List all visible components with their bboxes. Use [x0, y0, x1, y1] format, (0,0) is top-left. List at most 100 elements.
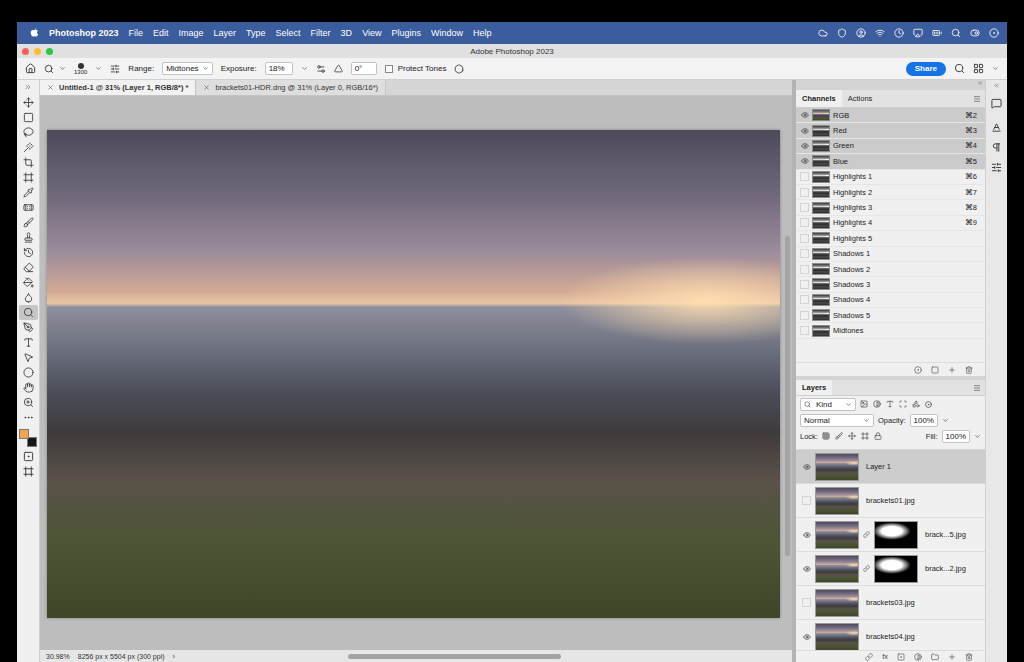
- panel-menu-icon[interactable]: [973, 95, 981, 103]
- tool-button[interactable]: [19, 185, 38, 200]
- airbrush-icon[interactable]: [316, 64, 326, 74]
- pixel-filter-icon[interactable]: [860, 400, 868, 408]
- tool-button[interactable]: [19, 110, 38, 125]
- menu-item[interactable]: Edit: [148, 28, 174, 38]
- mask-link-icon[interactable]: [863, 565, 870, 572]
- properties-panel-icon[interactable]: [991, 162, 1002, 173]
- scroll-thumb[interactable]: [348, 654, 561, 659]
- visibility-toggle[interactable]: [800, 141, 809, 150]
- trash-icon[interactable]: [965, 366, 973, 374]
- comments-icon[interactable]: [991, 98, 1002, 109]
- visibility-toggle[interactable]: [802, 462, 811, 471]
- shield-icon[interactable]: [837, 28, 847, 38]
- chevron-down-icon[interactable]: [95, 65, 102, 72]
- visibility-toggle[interactable]: [800, 311, 809, 320]
- trash-icon[interactable]: [965, 653, 973, 661]
- apple-menu[interactable]: [25, 27, 44, 39]
- visibility-toggle[interactable]: [802, 632, 811, 641]
- visibility-toggle[interactable]: [800, 249, 809, 258]
- home-icon[interactable]: [25, 63, 36, 74]
- horizontal-scrollbar[interactable]: [183, 654, 786, 659]
- protect-tones-option[interactable]: Protect Tones: [385, 64, 447, 73]
- tool-preset-picker[interactable]: [44, 64, 66, 74]
- panel-tab[interactable]: Actions: [842, 90, 879, 107]
- visibility-toggle[interactable]: [802, 598, 811, 607]
- visibility-toggle[interactable]: [800, 203, 809, 212]
- tool-button[interactable]: [19, 140, 38, 155]
- new-channel-icon[interactable]: [948, 366, 956, 374]
- tool-button[interactable]: [19, 290, 38, 305]
- opacity-input[interactable]: 100%: [910, 414, 938, 427]
- quick-mask-button[interactable]: [19, 449, 38, 464]
- menu-item[interactable]: Help: [468, 28, 497, 38]
- channel-row[interactable]: Green⌘4: [796, 139, 985, 154]
- lock-transparency-icon[interactable]: [822, 432, 830, 440]
- chevron-down-icon[interactable]: [992, 65, 999, 72]
- chevron-down-icon[interactable]: [301, 65, 308, 72]
- tool-button[interactable]: [19, 245, 38, 260]
- lock-all-icon[interactable]: [874, 432, 882, 440]
- user-icon[interactable]: [856, 28, 866, 38]
- lock-pixels-icon[interactable]: [835, 432, 843, 440]
- cloud-icon[interactable]: [818, 28, 828, 38]
- share-button[interactable]: Share: [906, 62, 946, 76]
- range-select[interactable]: Midtones: [162, 62, 212, 75]
- mask-link-icon[interactable]: [863, 531, 870, 538]
- channel-row[interactable]: Midtones: [796, 323, 985, 338]
- exposure-input[interactable]: 18%: [265, 62, 293, 75]
- search-icon[interactable]: [954, 63, 965, 74]
- search-icon[interactable]: [951, 28, 961, 38]
- apple-logo-icon[interactable]: [30, 27, 39, 37]
- save-selection-icon[interactable]: [931, 366, 939, 374]
- adjustment-layer-icon[interactable]: [914, 653, 922, 661]
- lock-position-icon[interactable]: [848, 432, 856, 440]
- close-button[interactable]: [22, 48, 29, 55]
- layer-row[interactable]: brack...5.jpg: [796, 518, 985, 552]
- paragraph-panel-icon[interactable]: [991, 142, 1002, 153]
- fill-input[interactable]: 100%: [942, 430, 970, 443]
- tool-button[interactable]: [19, 200, 38, 215]
- smart-object-filter-icon[interactable]: [912, 400, 920, 408]
- tool-button[interactable]: [19, 95, 38, 110]
- visibility-toggle[interactable]: [802, 564, 811, 573]
- visibility-toggle[interactable]: [800, 218, 809, 227]
- workspace-icon[interactable]: [973, 63, 984, 74]
- channel-row[interactable]: Highlights 3⌘8: [796, 200, 985, 215]
- menu-item[interactable]: Type: [241, 28, 271, 38]
- layer-mask-thumbnail[interactable]: [874, 521, 918, 549]
- adjustment-filter-icon[interactable]: [873, 400, 881, 408]
- tool-button[interactable]: [19, 395, 38, 410]
- menu-item[interactable]: 3D: [336, 28, 358, 38]
- brush-preset-picker[interactable]: 1300: [74, 63, 87, 75]
- visibility-toggle[interactable]: [800, 326, 809, 335]
- close-icon[interactable]: [203, 84, 210, 91]
- visibility-toggle[interactable]: [800, 295, 809, 304]
- menu-item[interactable]: Filter: [306, 28, 336, 38]
- filter-kind-select[interactable]: Kind: [800, 398, 856, 411]
- channel-row[interactable]: RGB⌘2: [796, 108, 985, 123]
- channel-row[interactable]: Highlights 1⌘6: [796, 170, 985, 185]
- tool-button[interactable]: [19, 365, 38, 380]
- battery-icon[interactable]: [932, 28, 942, 38]
- menu-item[interactable]: Window: [426, 28, 468, 38]
- channel-row[interactable]: Shadows 1: [796, 247, 985, 262]
- layer-row[interactable]: Layer 1: [796, 450, 985, 484]
- document-tab[interactable]: Untitled-1 @ 31% (Layer 1, RGB/8*) *: [40, 80, 196, 95]
- screen-mode-button[interactable]: [19, 464, 38, 479]
- chevron-down-icon[interactable]: [974, 433, 981, 440]
- lock-artboard-icon[interactable]: [861, 432, 869, 440]
- siri-icon[interactable]: [989, 28, 999, 38]
- load-selection-icon[interactable]: [914, 366, 922, 374]
- menu-item[interactable]: Image: [174, 28, 209, 38]
- menu-item[interactable]: Plugins: [386, 28, 426, 38]
- channel-row[interactable]: Highlights 2⌘7: [796, 185, 985, 200]
- channel-row[interactable]: Blue⌘5: [796, 154, 985, 169]
- tool-button[interactable]: [19, 335, 38, 350]
- visibility-toggle[interactable]: [800, 126, 809, 135]
- channel-row[interactable]: Shadows 4: [796, 293, 985, 308]
- tool-button[interactable]: [19, 230, 38, 245]
- visibility-toggle[interactable]: [800, 188, 809, 197]
- protect-tones-checkbox[interactable]: [385, 65, 393, 73]
- minimize-button[interactable]: [34, 48, 41, 55]
- airplay-icon[interactable]: [913, 28, 923, 38]
